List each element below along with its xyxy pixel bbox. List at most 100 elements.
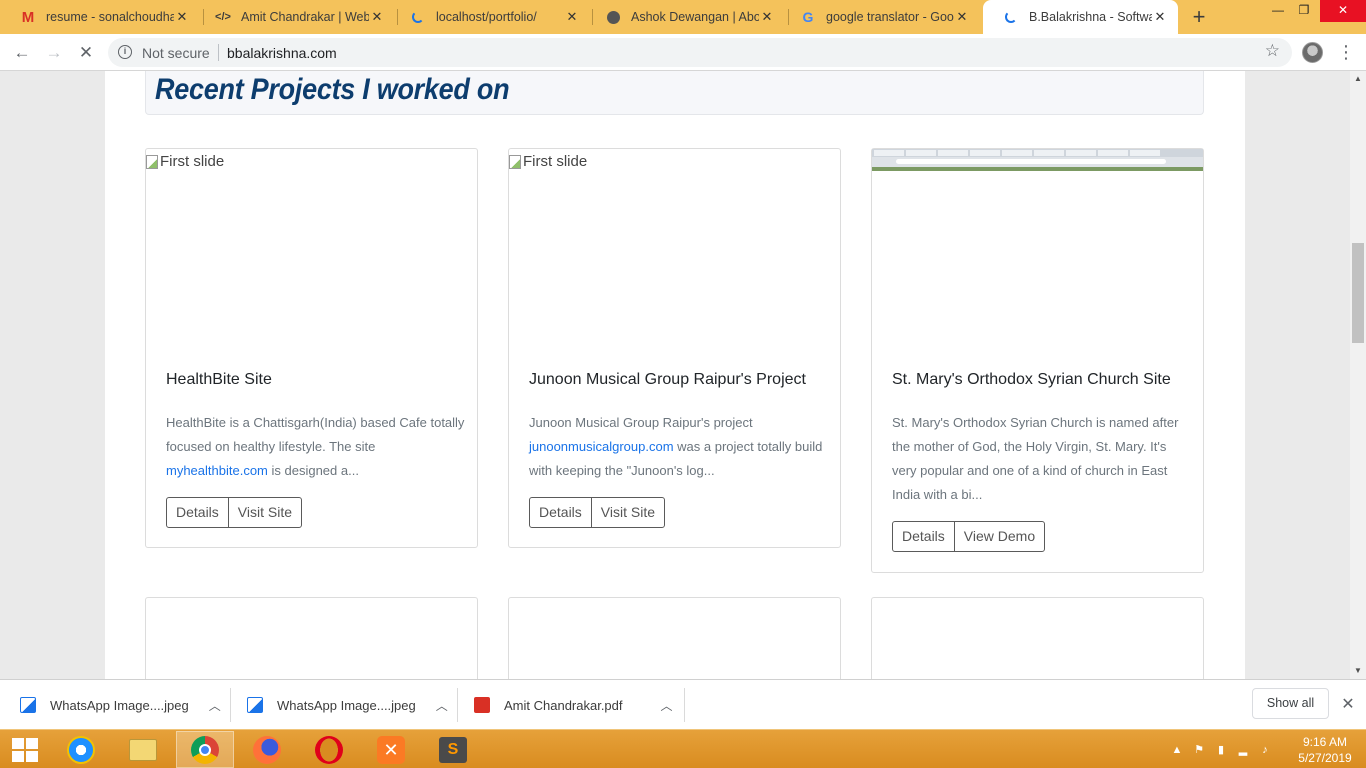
visit-site-button[interactable]: Visit Site xyxy=(590,498,664,527)
loading-icon xyxy=(410,9,426,25)
project-button-group: Details Visit Site xyxy=(529,497,666,528)
view-demo-button[interactable]: View Demo xyxy=(953,522,1044,551)
project-title: HealthBite Site xyxy=(166,371,272,388)
bookmark-star-icon[interactable]: ☆ xyxy=(1265,41,1280,61)
visit-site-button[interactable]: Visit Site xyxy=(227,498,301,527)
gmail-icon: M xyxy=(21,8,35,26)
tab-strip: M resume - sonalchoudhar ✕ </> Amit Chan… xyxy=(0,0,1366,34)
code-icon: </> xyxy=(215,11,231,23)
windows-taskbar: ✕ S ▲ ⚑ ▮ ▂ ♪ 9:16 AM 5/27/2019 xyxy=(0,729,1366,768)
scrollbar-thumb[interactable] xyxy=(1352,243,1364,343)
tab-gmail[interactable]: M resume - sonalchoudhar ✕ xyxy=(0,0,200,34)
tab-ashok[interactable]: Ashok Dewangan | Abou ✕ xyxy=(585,0,785,34)
download-item[interactable]: WhatsApp Image....jpeg ︿ xyxy=(247,680,448,730)
volume-icon[interactable]: ♪ xyxy=(1258,743,1272,757)
scroll-up-icon[interactable]: ▲ xyxy=(1350,71,1366,87)
project-button-group: Details Visit Site xyxy=(166,497,303,528)
kebab-menu-icon[interactable]: ⋮ xyxy=(1337,41,1355,65)
clock[interactable]: 9:16 AM 5/27/2019 xyxy=(1296,734,1354,766)
details-button[interactable]: Details xyxy=(893,522,954,551)
project-image xyxy=(872,149,1203,354)
chevron-up-icon[interactable]: ︿ xyxy=(209,697,221,714)
chevron-up-icon[interactable]: ︿ xyxy=(661,697,673,714)
project-description: St. Mary's Orthodox Syrian Church is nam… xyxy=(892,415,1179,502)
address-bar[interactable]: i Not secure bbalakrishna.com ☆ xyxy=(108,38,1292,67)
show-all-button[interactable]: Show all xyxy=(1252,688,1329,719)
back-button[interactable]: ← xyxy=(10,41,34,65)
page-container: Recent Projects I worked on First slide … xyxy=(105,71,1245,679)
project-card xyxy=(871,597,1204,679)
project-image: First slide xyxy=(509,149,840,354)
tab-google-translator[interactable]: G google translator - Goog ✕ xyxy=(780,0,980,34)
google-icon: G xyxy=(802,9,814,25)
info-icon[interactable]: i xyxy=(118,45,132,59)
vertical-scrollbar[interactable]: ▲ ▼ xyxy=(1350,71,1366,679)
xampp-icon[interactable]: ✕ xyxy=(362,731,420,768)
project-image: First slide xyxy=(146,149,477,354)
section-header: Recent Projects I worked on xyxy=(145,71,1204,115)
browser-toolbar: ← → ✕ i Not secure bbalakrishna.com ☆ ⋮ xyxy=(0,34,1366,71)
new-tab-button[interactable]: + xyxy=(1187,5,1211,29)
download-item[interactable]: WhatsApp Image....jpeg ︿ xyxy=(20,680,221,730)
globe-icon xyxy=(605,9,621,25)
project-title: St. Mary's Orthodox Syrian Church Site xyxy=(892,371,1171,388)
project-description: Junoon Musical Group Raipur's project ju… xyxy=(529,415,823,478)
action-center-flag-icon[interactable]: ⚑ xyxy=(1192,743,1206,757)
security-label: Not secure xyxy=(142,45,210,61)
project-card-st-marys: St. Mary's Orthodox Syrian Church Site S… xyxy=(871,148,1204,573)
file-explorer-icon[interactable] xyxy=(114,731,172,768)
clock-date: 5/27/2019 xyxy=(1298,751,1352,765)
project-link[interactable]: myhealthbite.com xyxy=(166,463,268,478)
project-title: Junoon Musical Group Raipur's Project xyxy=(529,371,806,388)
project-card xyxy=(145,597,478,679)
forward-button[interactable]: → xyxy=(42,41,66,65)
clock-time: 9:16 AM xyxy=(1302,735,1348,749)
page-viewport: Recent Projects I worked on First slide … xyxy=(0,71,1350,679)
close-download-bar-icon[interactable]: ✕ xyxy=(1340,694,1356,714)
windows-start-icon[interactable] xyxy=(12,738,38,762)
system-tray: ▲ ⚑ ▮ ▂ ♪ xyxy=(1170,730,1272,768)
broken-image-icon xyxy=(146,154,158,169)
battery-icon[interactable]: ▮ xyxy=(1214,743,1228,757)
project-button-group: Details View Demo xyxy=(892,521,1046,552)
scroll-down-icon[interactable]: ▼ xyxy=(1350,663,1366,679)
internet-explorer-icon[interactable] xyxy=(52,731,110,768)
close-tab-icon[interactable]: ✕ xyxy=(564,9,580,25)
chrome-icon[interactable] xyxy=(176,731,234,768)
stop-loading-button[interactable]: ✕ xyxy=(74,41,98,65)
download-item[interactable]: Amit Chandrakar.pdf ︿ xyxy=(474,680,673,730)
project-screenshot-thumbnail xyxy=(872,149,1203,171)
project-card-junoon: First slide Junoon Musical Group Raipur'… xyxy=(508,148,841,548)
restore-button[interactable]: ❐ xyxy=(1284,0,1324,22)
close-tab-icon[interactable]: ✕ xyxy=(1152,9,1168,25)
project-link[interactable]: junoonmusicalgroup.com xyxy=(529,439,674,454)
firefox-icon[interactable] xyxy=(238,731,296,768)
close-tab-icon[interactable]: ✕ xyxy=(759,9,775,25)
close-tab-icon[interactable]: ✕ xyxy=(369,9,385,25)
broken-image-icon xyxy=(509,154,521,169)
image-file-icon xyxy=(247,697,263,713)
close-tab-icon[interactable]: ✕ xyxy=(954,9,970,25)
network-signal-icon[interactable]: ▂ xyxy=(1236,743,1250,757)
tab-amit[interactable]: </> Amit Chandrakar | Web D ✕ xyxy=(195,0,395,34)
chevron-up-icon[interactable]: ︿ xyxy=(436,697,448,714)
download-bar: WhatsApp Image....jpeg ︿ WhatsApp Image.… xyxy=(0,679,1366,729)
project-description: HealthBite is a Chattisgarh(India) based… xyxy=(166,415,465,478)
tab-localhost[interactable]: localhost/portfolio/ ✕ xyxy=(390,0,590,34)
details-button[interactable]: Details xyxy=(530,498,591,527)
loading-icon xyxy=(1003,9,1019,25)
project-card-healthbite: First slide HealthBite Site HealthBite i… xyxy=(145,148,478,548)
project-card xyxy=(508,597,841,679)
tab-balakrishna[interactable]: B.Balakrishna - Software ✕ xyxy=(983,0,1178,34)
section-title: Recent Projects I worked on xyxy=(155,73,510,106)
details-button[interactable]: Details xyxy=(167,498,228,527)
show-hidden-icons-icon[interactable]: ▲ xyxy=(1170,743,1184,757)
opera-icon[interactable] xyxy=(300,731,358,768)
image-file-icon xyxy=(20,697,36,713)
close-tab-icon[interactable]: ✕ xyxy=(174,9,190,25)
url-text[interactable]: bbalakrishna.com xyxy=(227,45,337,61)
close-window-button[interactable]: ✕ xyxy=(1320,0,1366,22)
sublime-text-icon[interactable]: S xyxy=(424,731,482,768)
pdf-file-icon xyxy=(474,697,490,713)
profile-avatar[interactable] xyxy=(1302,42,1323,63)
